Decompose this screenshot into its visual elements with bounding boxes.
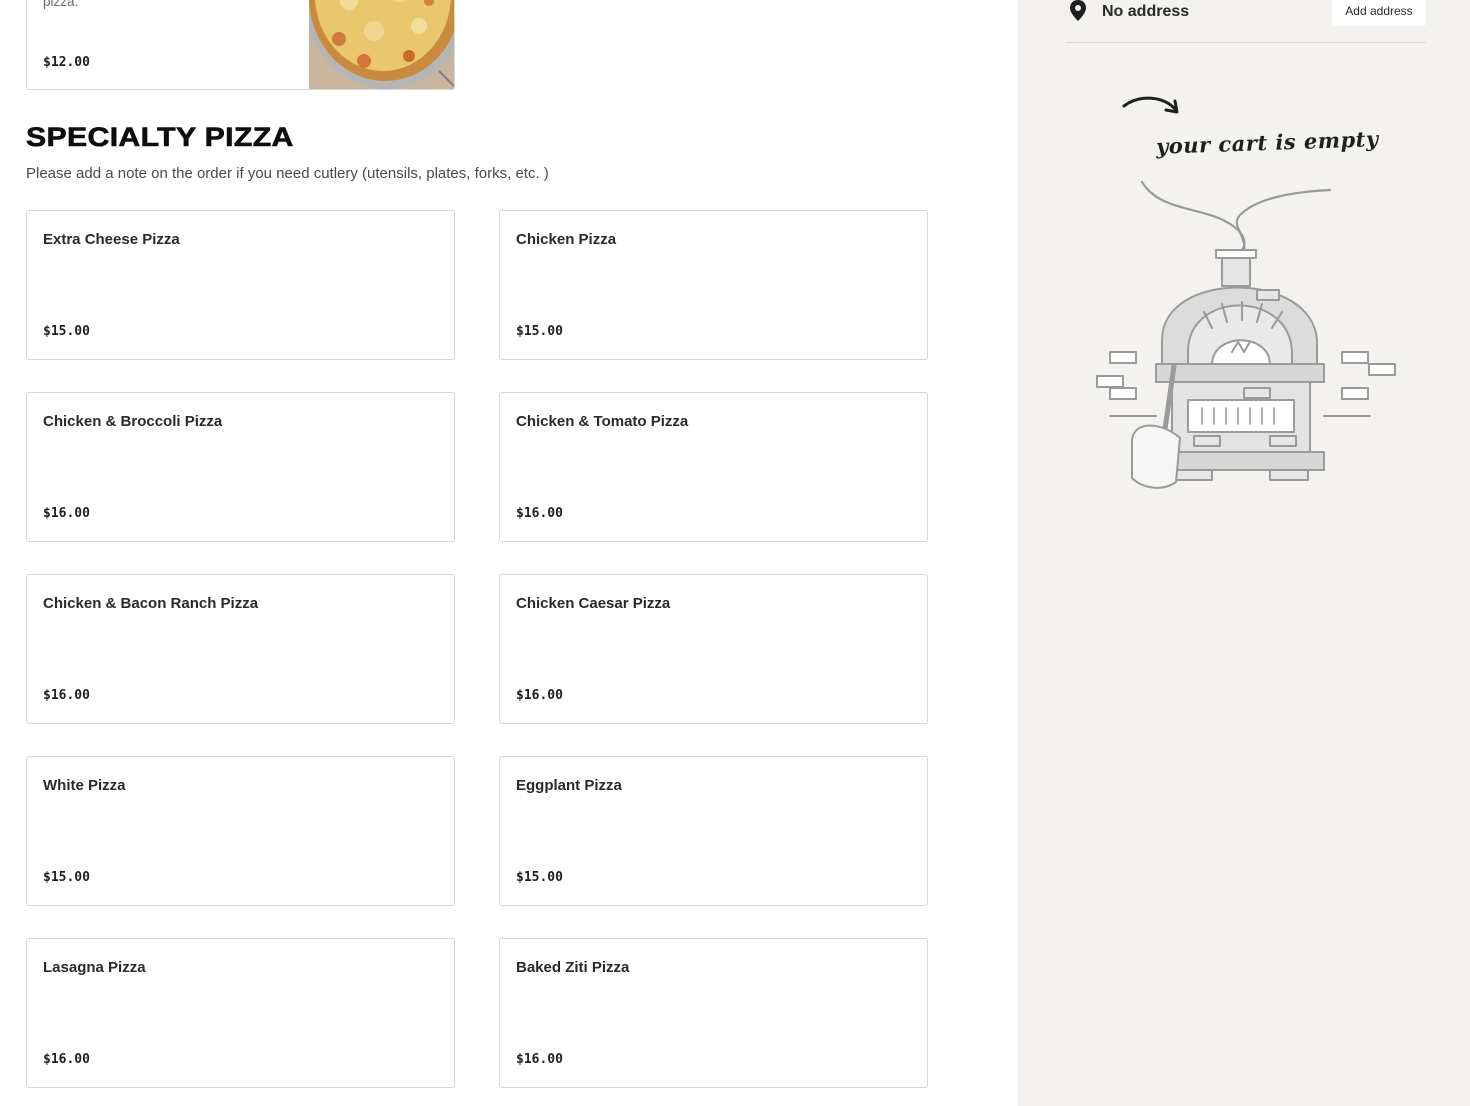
menu-item-card[interactable]: White Pizza $15.00 <box>26 756 455 906</box>
item-name: Chicken Caesar Pizza <box>516 595 671 612</box>
menu-item-card[interactable]: Chicken & Broccoli Pizza $16.00 <box>26 392 455 542</box>
item-name: Lasagna Pizza <box>43 959 146 976</box>
item-name: Baked Ziti Pizza <box>516 959 630 976</box>
item-description: pizza. <box>43 0 79 9</box>
cart-sidebar: No address Add address your cart is empt… <box>1018 0 1470 1106</box>
item-name: Chicken & Tomato Pizza <box>516 413 689 430</box>
item-price: $16.00 <box>516 688 563 703</box>
item-price: $16.00 <box>516 506 563 521</box>
address-text: No address <box>1102 3 1190 20</box>
item-name: White Pizza <box>43 777 126 794</box>
item-name: Chicken & Bacon Ranch Pizza <box>43 595 259 612</box>
menu-items-grid: Extra Cheese Pizza $15.00 Chicken Pizza … <box>26 210 928 1088</box>
item-name: Chicken Pizza <box>516 231 617 248</box>
map-pin-icon <box>1069 0 1087 22</box>
section-note: Please add a note on the order if you ne… <box>26 165 549 182</box>
item-price: $12.00 <box>43 55 90 70</box>
item-price: $16.00 <box>43 506 90 521</box>
item-price: $15.00 <box>43 324 90 339</box>
item-name: Eggplant Pizza <box>516 777 622 794</box>
menu-item-card[interactable]: Eggplant Pizza $15.00 <box>499 756 928 906</box>
menu-main: pizza. $12.00 SPECIALTY PIZZA Please add… <box>0 0 1018 1106</box>
section-title: SPECIALTY PIZZA <box>26 122 294 153</box>
item-price: $16.00 <box>43 1052 90 1067</box>
add-address-button[interactable]: Add address <box>1332 0 1426 26</box>
menu-item-card[interactable]: Lasagna Pizza $16.00 <box>26 938 455 1088</box>
address-row: No address Add address <box>1066 0 1426 43</box>
item-price: $16.00 <box>43 688 90 703</box>
menu-item-card[interactable]: Chicken Caesar Pizza $16.00 <box>499 574 928 724</box>
menu-item-card[interactable]: Chicken Pizza $15.00 <box>499 210 928 360</box>
item-price: $16.00 <box>516 1052 563 1067</box>
item-price: $15.00 <box>43 870 90 885</box>
menu-item-card[interactable]: Chicken & Bacon Ranch Pizza $16.00 <box>26 574 455 724</box>
item-price: $15.00 <box>516 324 563 339</box>
item-price: $15.00 <box>516 870 563 885</box>
menu-item-card[interactable]: Extra Cheese Pizza $15.00 <box>26 210 455 360</box>
menu-item-card-partial[interactable]: pizza. $12.00 <box>26 0 455 90</box>
menu-item-card[interactable]: Chicken & Tomato Pizza $16.00 <box>499 392 928 542</box>
curved-arrow-icon <box>1122 96 1178 112</box>
pizza-photo <box>309 0 454 89</box>
item-name: Chicken & Broccoli Pizza <box>43 413 223 430</box>
item-name: Extra Cheese Pizza <box>43 231 180 248</box>
menu-item-card[interactable]: Baked Ziti Pizza $16.00 <box>499 938 928 1088</box>
